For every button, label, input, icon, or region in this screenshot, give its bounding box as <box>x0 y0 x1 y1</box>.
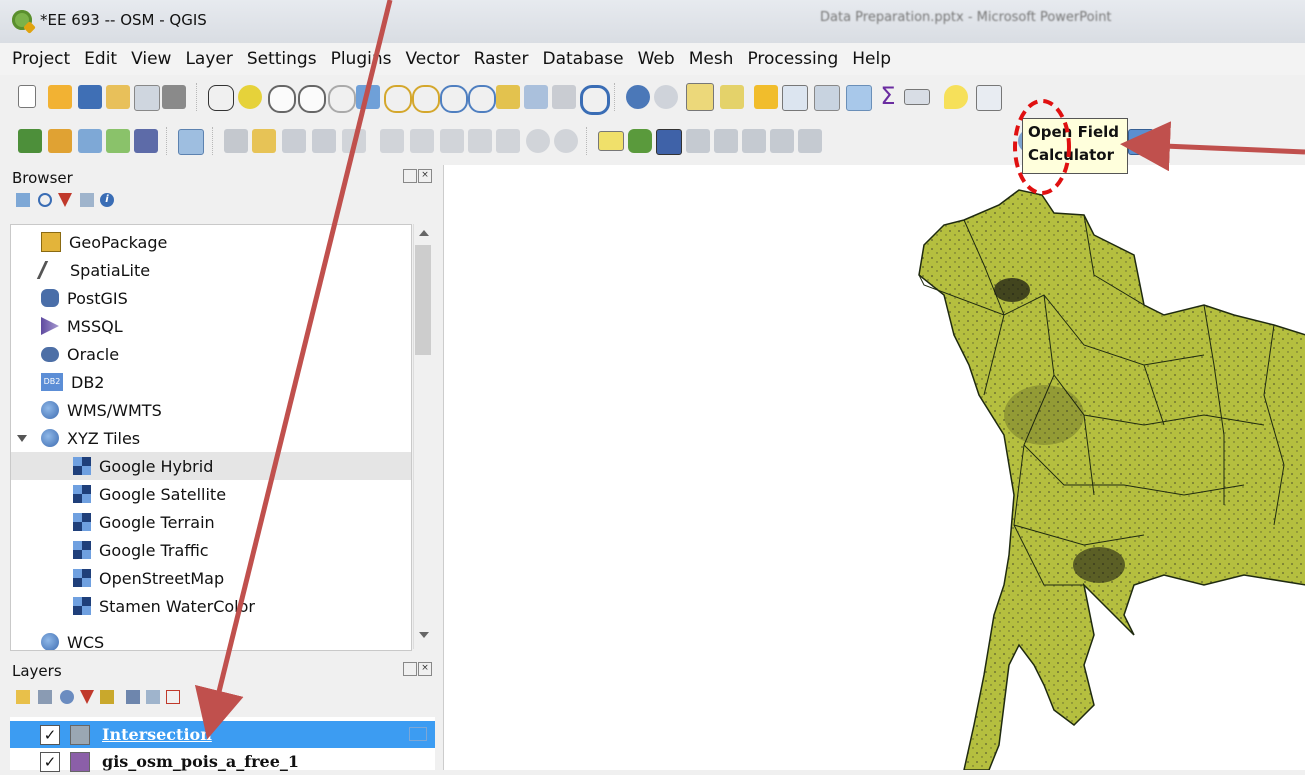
annotation-arrow-to-tooltip <box>1120 121 1305 172</box>
annotation-dashed-circle <box>1013 99 1071 195</box>
annotation-arrow-to-layer <box>194 0 393 740</box>
annotation-overlay <box>194 0 1305 740</box>
